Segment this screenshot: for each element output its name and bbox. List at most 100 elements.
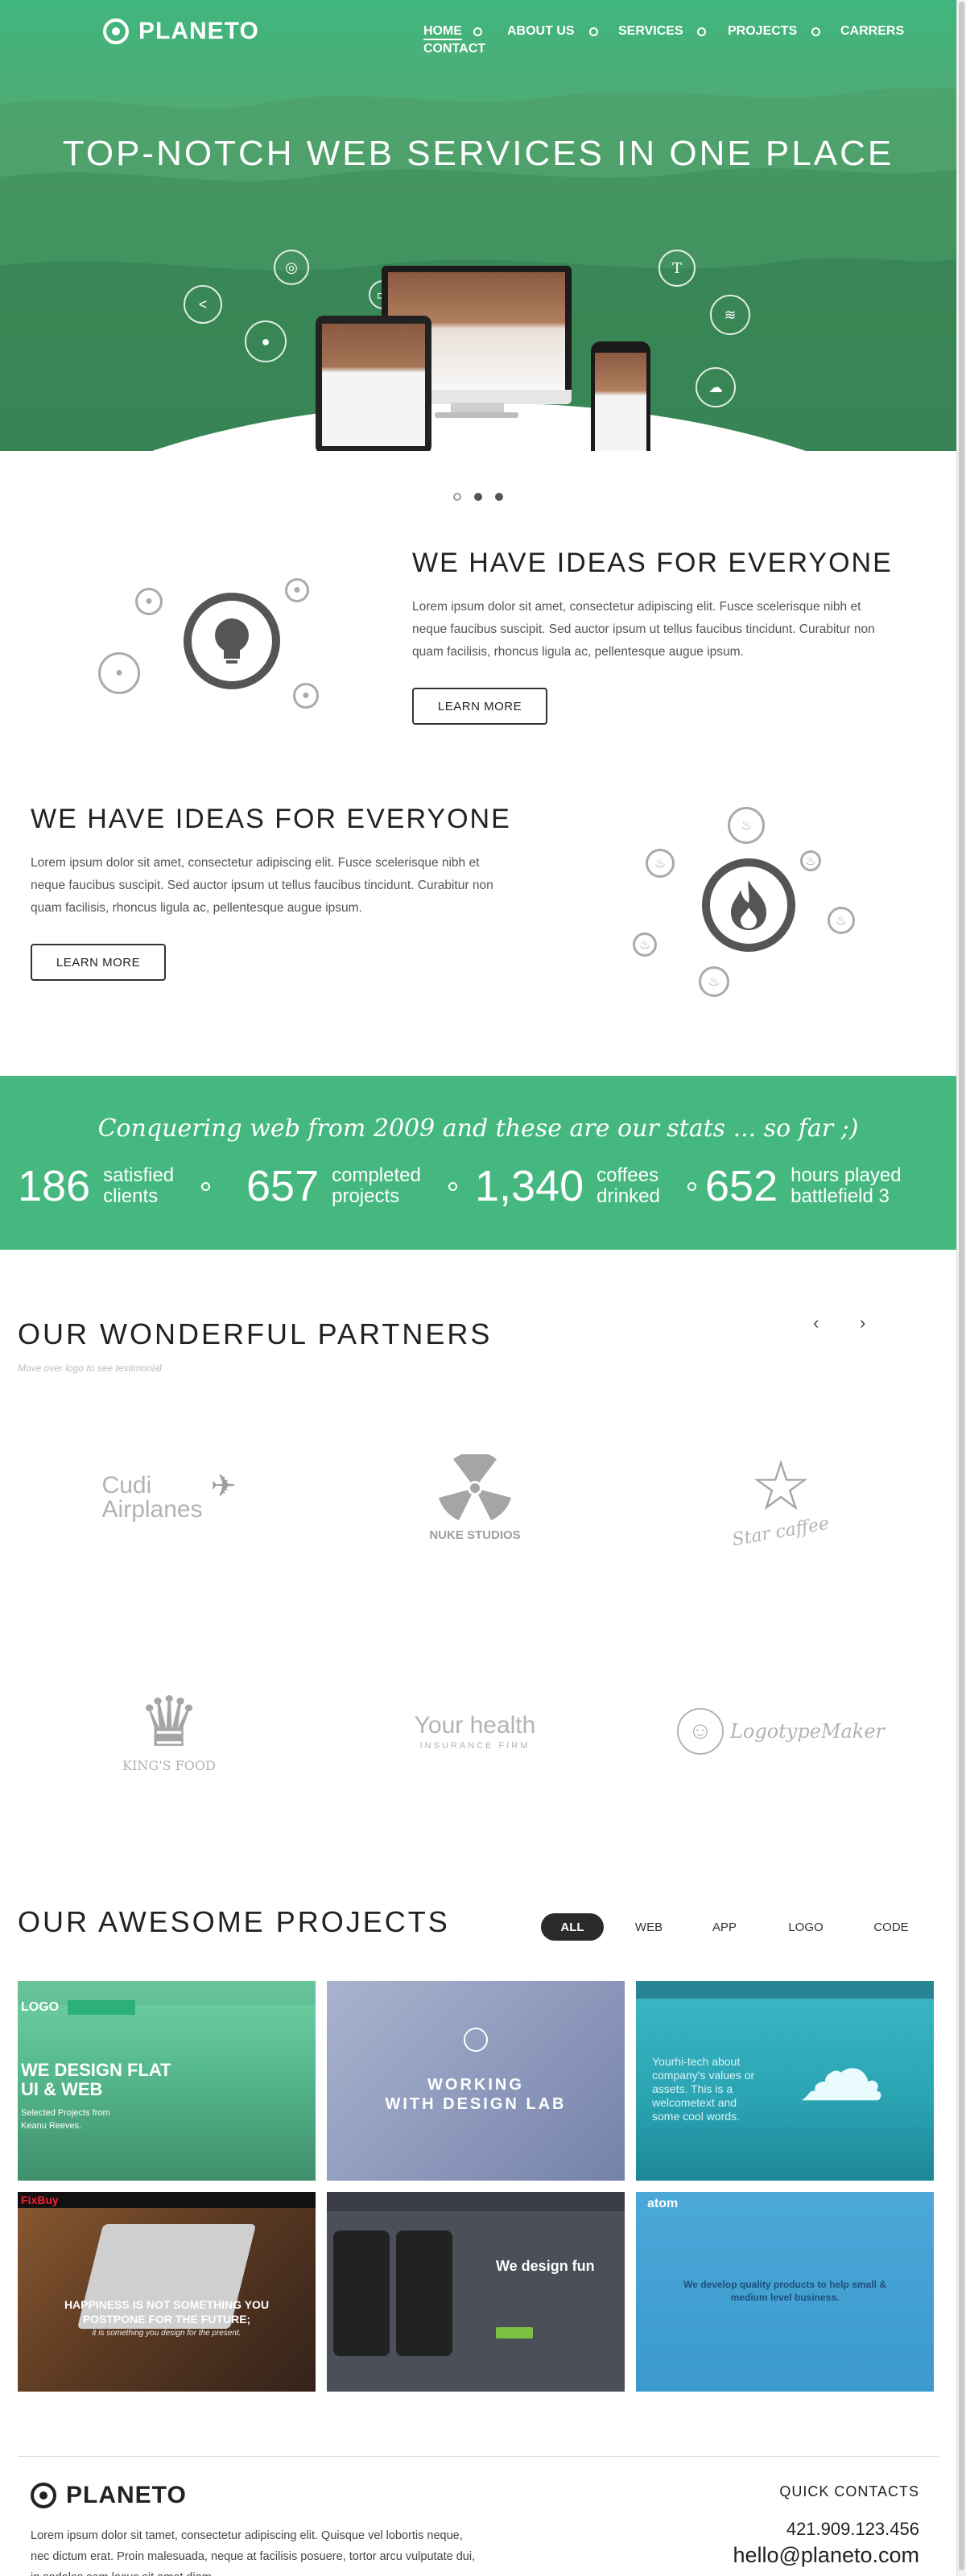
stat-label: completed projects xyxy=(332,1164,421,1207)
stat-item: 652 hours played battlefield 3 xyxy=(705,1161,902,1211)
lightbulb-small-icon: ● xyxy=(293,683,319,709)
stats-section: Conquering web from 2009 and these are o… xyxy=(0,1076,956,1250)
projects-title: OUR AWESOME PROJECTS xyxy=(18,1905,450,1938)
project-card[interactable]: We design fun xyxy=(327,2192,625,2392)
project-text: HAPPINESS IS NOT SOMETHING YOU xyxy=(64,2298,270,2311)
project-text: WITH DESIGN LAB xyxy=(385,2095,567,2113)
filter-all[interactable]: ALL xyxy=(541,1913,604,1941)
partner-logo-health[interactable]: Your health INSURANCE FIRM xyxy=(354,1659,596,1804)
footer-brand-name: PLANETO xyxy=(66,2482,187,2508)
filter-app[interactable]: APP xyxy=(697,1913,752,1941)
partner-logo-text: NUKE STUDIOS xyxy=(429,1528,521,1542)
fire-small-icon: ♨ xyxy=(699,966,729,997)
next-arrow-icon[interactable]: › xyxy=(860,1313,865,1333)
stat-separator-dot-icon xyxy=(448,1181,457,1191)
project-text: it is something you design for the prese… xyxy=(92,2329,242,2338)
crown-icon: ♛ xyxy=(138,1683,200,1761)
logo-circle-icon xyxy=(31,2483,56,2508)
project-card[interactable]: FixBuy HAPPINESS IS NOT SOMETHING YOU PO… xyxy=(18,2192,316,2392)
phone-mockup xyxy=(591,341,650,451)
footer-text: Lorem ipsum dolor sit tamet, consectetur… xyxy=(31,2529,476,2576)
idea-text: Lorem ipsum dolor sit amet, consectetur … xyxy=(412,600,875,659)
stat-item: 1,340 coffees drinked xyxy=(475,1161,696,1211)
tablet-mockup xyxy=(316,316,431,451)
idea-title: WE HAVE IDEAS FOR EVERYONE xyxy=(412,548,893,578)
person-circle-icon: ☺ xyxy=(676,1708,724,1755)
radiation-icon xyxy=(439,1453,511,1520)
stat-label: coffees drinked xyxy=(597,1164,660,1207)
cloud-icon: ☁ xyxy=(797,2020,886,2119)
fire-small-icon: ♨ xyxy=(828,907,855,934)
project-logo-mark: FixBuy xyxy=(21,2194,59,2206)
project-text: Selected Projects from xyxy=(21,2108,110,2118)
nav-services[interactable]: SERVICES xyxy=(618,24,683,39)
stat-label: hours played battlefield 3 xyxy=(791,1164,902,1207)
logo-circle-icon xyxy=(103,19,129,44)
project-mini-nav xyxy=(68,2000,135,2015)
idea-text: Lorem ipsum dolor sit amet, consectetur … xyxy=(31,856,493,915)
text-icon: T xyxy=(658,250,696,287)
phone-image xyxy=(333,2231,390,2356)
hero-title: TOP-NOTCH WEB SERVICES IN ONE PLACE xyxy=(62,134,894,173)
quick-contacts-title: QUICK CONTACTS xyxy=(779,2483,919,2500)
prev-arrow-icon[interactable]: ‹ xyxy=(813,1313,819,1333)
project-logo-mark: LOGO xyxy=(21,2000,60,2014)
nav-about[interactable]: ABOUT US xyxy=(507,24,575,39)
partner-logo-text: LogotypeMaker xyxy=(729,1720,886,1743)
project-card[interactable]: Yourhi-tech about company's values or asse… xyxy=(636,1981,934,2181)
fire-small-icon: ♨ xyxy=(800,850,821,871)
partner-logo-logotypemaker[interactable]: ☺ LogotypeMaker xyxy=(660,1659,902,1804)
fire-small-icon: ♨ xyxy=(646,849,675,878)
partner-logo-star[interactable]: ☆ Star caffee xyxy=(660,1425,902,1570)
phone-image xyxy=(396,2231,452,2356)
brand-name: PLANETO xyxy=(138,18,259,44)
project-mini-button xyxy=(496,2327,533,2338)
nav-contact[interactable]: CONTACT xyxy=(423,42,485,56)
filter-code[interactable]: CODE xyxy=(861,1913,921,1941)
fire-large-icon xyxy=(702,858,795,952)
project-text: medium level business. xyxy=(730,2292,840,2303)
airplane-icon: ✈ xyxy=(210,1469,237,1503)
stat-label: satisfied clients xyxy=(103,1164,175,1207)
lightbulb-small-icon: ● xyxy=(98,652,140,694)
slider-dot[interactable] xyxy=(453,493,461,501)
contact-phone[interactable]: 421.909.123.456 xyxy=(786,2519,919,2540)
partner-logo-subtext: INSURANCE FIRM xyxy=(419,1741,530,1751)
nav-projects[interactable]: PROJECTS xyxy=(728,24,797,39)
learn-more-button[interactable]: LEARN MORE xyxy=(412,688,547,725)
contact-email[interactable]: hello@planeto.com xyxy=(733,2543,919,2568)
footer-logo[interactable]: PLANETO xyxy=(31,2482,187,2509)
partner-logo-nuke[interactable]: NUKE STUDIOS xyxy=(354,1425,596,1570)
project-card[interactable]: WORKING WITH DESIGN LAB xyxy=(327,1981,625,2181)
lightbulb-small-icon: ● xyxy=(135,588,163,615)
share-icon: < xyxy=(184,285,222,324)
project-card[interactable]: atom We develop quality products to help… xyxy=(636,2192,934,2392)
learn-more-button[interactable]: LEARN MORE xyxy=(31,944,166,981)
scrollbar-thumb[interactable] xyxy=(959,2,964,2570)
nav-home[interactable]: HOME xyxy=(423,24,462,40)
filter-web[interactable]: WEB xyxy=(621,1913,676,1941)
partner-logo-text: KING'S FOOD xyxy=(122,1757,216,1773)
partner-logo-text: Cudi xyxy=(101,1472,152,1499)
project-card[interactable]: LOGO WE DESIGN FLAT UI & WEB Selected Pr… xyxy=(18,1981,316,2181)
slider-dot-active[interactable] xyxy=(474,493,482,501)
footer-divider xyxy=(18,2456,939,2457)
slider-dot[interactable] xyxy=(495,493,503,501)
globe-icon: ◎ xyxy=(274,250,309,285)
stat-number: 657 xyxy=(246,1162,320,1210)
desktop-base xyxy=(435,412,518,418)
stat-number: 652 xyxy=(705,1162,778,1210)
partner-logo-subtext: Airplanes xyxy=(101,1496,203,1523)
project-text: Keanu Reeves. xyxy=(21,2121,82,2131)
brand-logo[interactable]: PLANETO xyxy=(103,18,259,45)
fire-small-icon: ♨ xyxy=(728,807,765,844)
partner-logo-kings[interactable]: ♛ KING'S FOOD xyxy=(48,1659,290,1804)
partner-logo-cudi[interactable]: Cudi Airplanes ✈ xyxy=(48,1425,290,1570)
idea-title: WE HAVE IDEAS FOR EVERYONE xyxy=(31,804,511,834)
nav-carrers[interactable]: CARRERS xyxy=(840,24,904,39)
lightbulb-small-icon: ● xyxy=(285,578,309,602)
filter-logo[interactable]: LOGO xyxy=(778,1913,834,1941)
scrollbar[interactable] xyxy=(956,0,966,2576)
slider-dots xyxy=(0,493,956,501)
nav-separator-dot-icon xyxy=(697,27,706,36)
